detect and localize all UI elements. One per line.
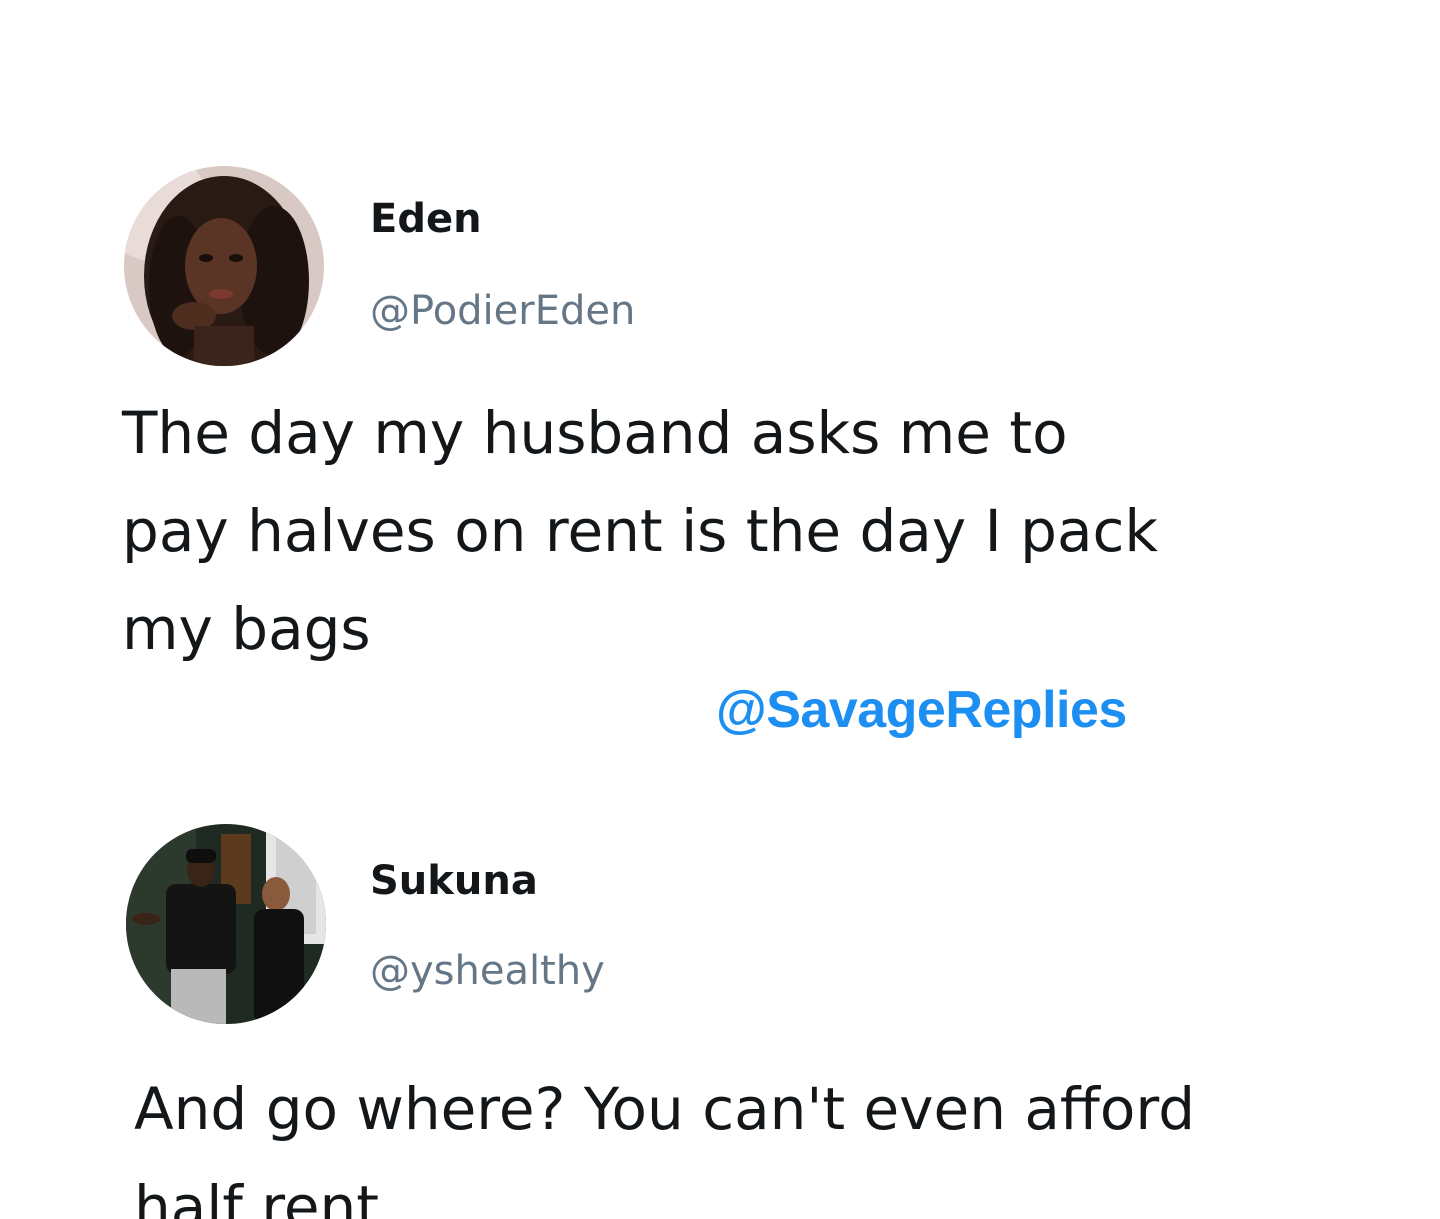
reply-tweet: Sukuna @yshealthy And go where? You can'… (0, 800, 1440, 1219)
user-handle[interactable]: @PodierEden (370, 288, 635, 334)
display-name[interactable]: Eden (370, 196, 482, 242)
watermark: @SavageReplies (716, 681, 1127, 739)
user-handle[interactable]: @yshealthy (370, 948, 605, 994)
tweet-text: And go where? You can't even afford half… (134, 1075, 1196, 1219)
avatar-photo-sukuna-icon (126, 824, 326, 1024)
screenshot-page: Eden @PodierEden The day my husband asks… (0, 0, 1440, 1219)
avatar[interactable] (124, 166, 324, 366)
original-tweet: Eden @PodierEden The day my husband asks… (0, 0, 1440, 790)
display-name[interactable]: Sukuna (370, 858, 538, 904)
avatar[interactable] (126, 824, 326, 1024)
tweet-text: The day my husband asks me to pay halves… (122, 399, 1158, 663)
avatar-photo-eden-icon (124, 166, 324, 366)
